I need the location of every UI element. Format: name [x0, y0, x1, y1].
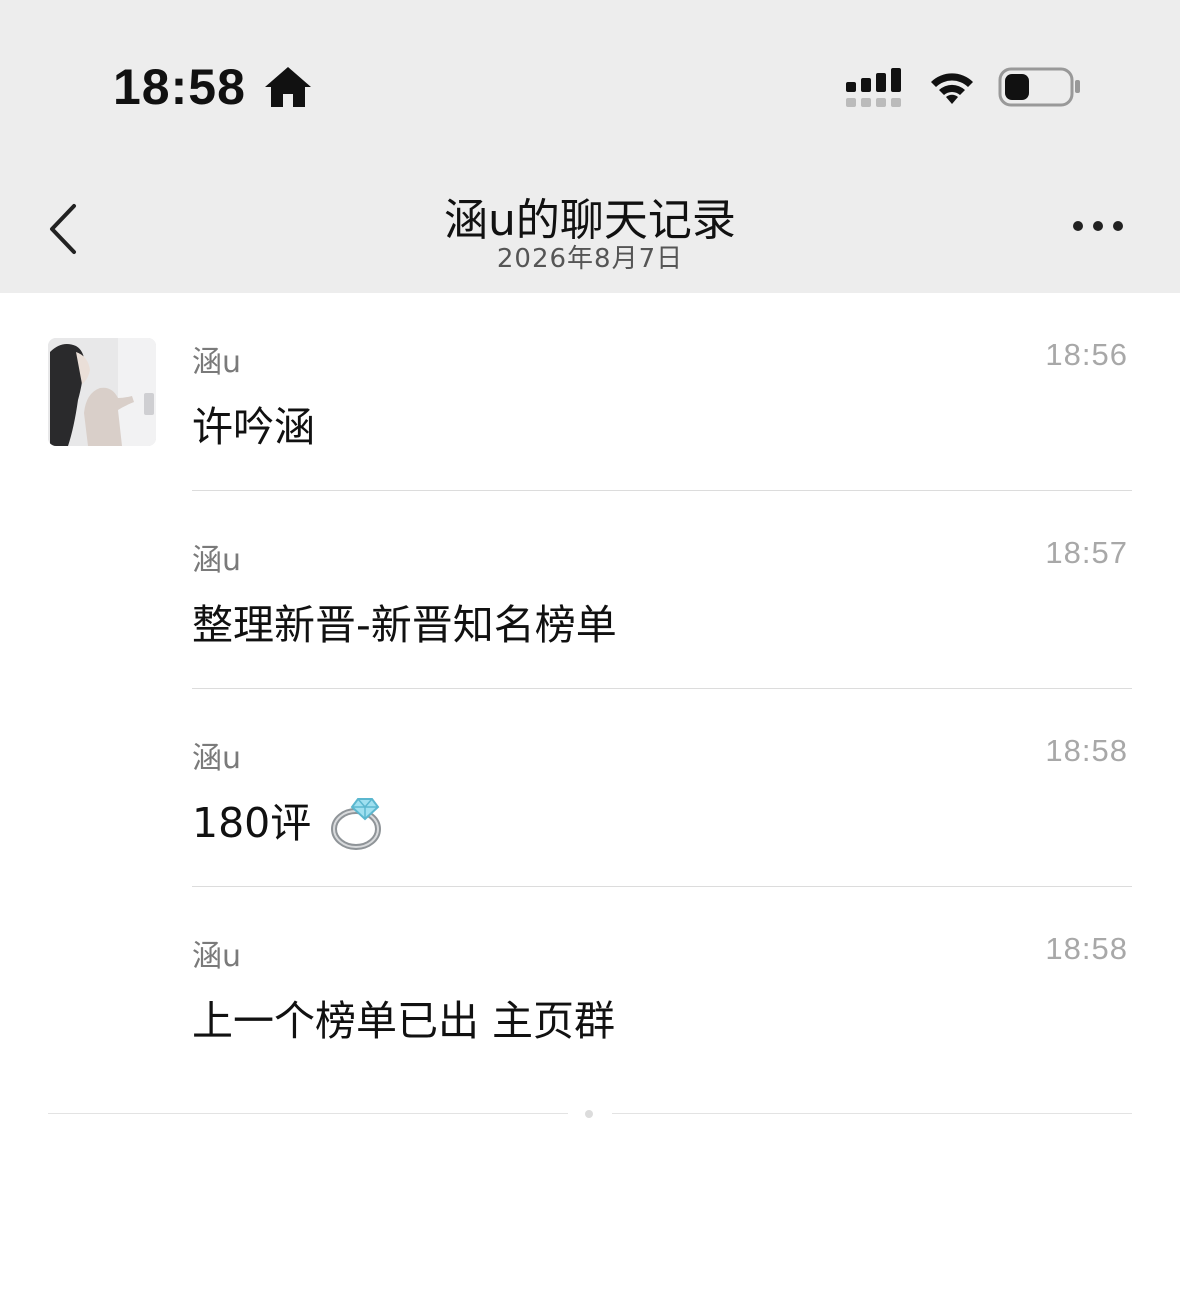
signal-icon — [846, 68, 901, 107]
message-text: 许吟涵 — [192, 403, 315, 451]
battery-icon — [998, 67, 1080, 107]
message-text: 上一个榜单已出 主页群 — [192, 997, 616, 1045]
nav-bar: 涵u的聊天记录 2026年8月7日 — [0, 150, 1180, 293]
more-icon[interactable] — [1070, 214, 1126, 238]
message-time: 18:56 — [1045, 337, 1128, 372]
message-text: 180评 — [192, 799, 312, 847]
end-divider-right — [612, 1113, 1132, 1114]
status-bar: 18:58 — [0, 0, 1180, 150]
list-item[interactable]: 涵u 18:58 180评 — [0, 689, 1180, 887]
list-item[interactable]: 涵u 18:57 整理新晋-新晋知名榜单 — [0, 491, 1180, 689]
wifi-icon — [931, 73, 973, 104]
home-icon — [265, 67, 311, 107]
chat-record-list: 涵u 18:56 许吟涵 涵u 18:57 整理新晋-新晋知名榜单 涵u 18:… — [0, 293, 1180, 1085]
page-subtitle: 2026年8月7日 — [496, 244, 684, 274]
sender-name: 涵u — [192, 543, 242, 578]
sender-name: 涵u — [192, 741, 242, 776]
avatar[interactable] — [48, 338, 156, 446]
message-text: 整理新晋-新晋知名榜单 — [192, 601, 617, 649]
list-item[interactable]: 涵u 18:56 许吟涵 — [0, 293, 1180, 491]
end-dot — [585, 1110, 593, 1118]
message-time: 18:57 — [1045, 535, 1128, 570]
message-time: 18:58 — [1045, 733, 1128, 768]
ring-icon — [331, 798, 382, 850]
sender-name: 涵u — [192, 345, 242, 380]
status-time: 18:58 — [113, 59, 246, 115]
sender-name: 涵u — [192, 939, 242, 974]
list-item[interactable]: 涵u 18:58 上一个榜单已出 主页群 — [0, 887, 1180, 1085]
message-time: 18:58 — [1045, 931, 1128, 966]
avatar-image — [48, 338, 156, 446]
end-divider-left — [48, 1113, 568, 1114]
message-text-row: 180评 — [192, 789, 388, 851]
